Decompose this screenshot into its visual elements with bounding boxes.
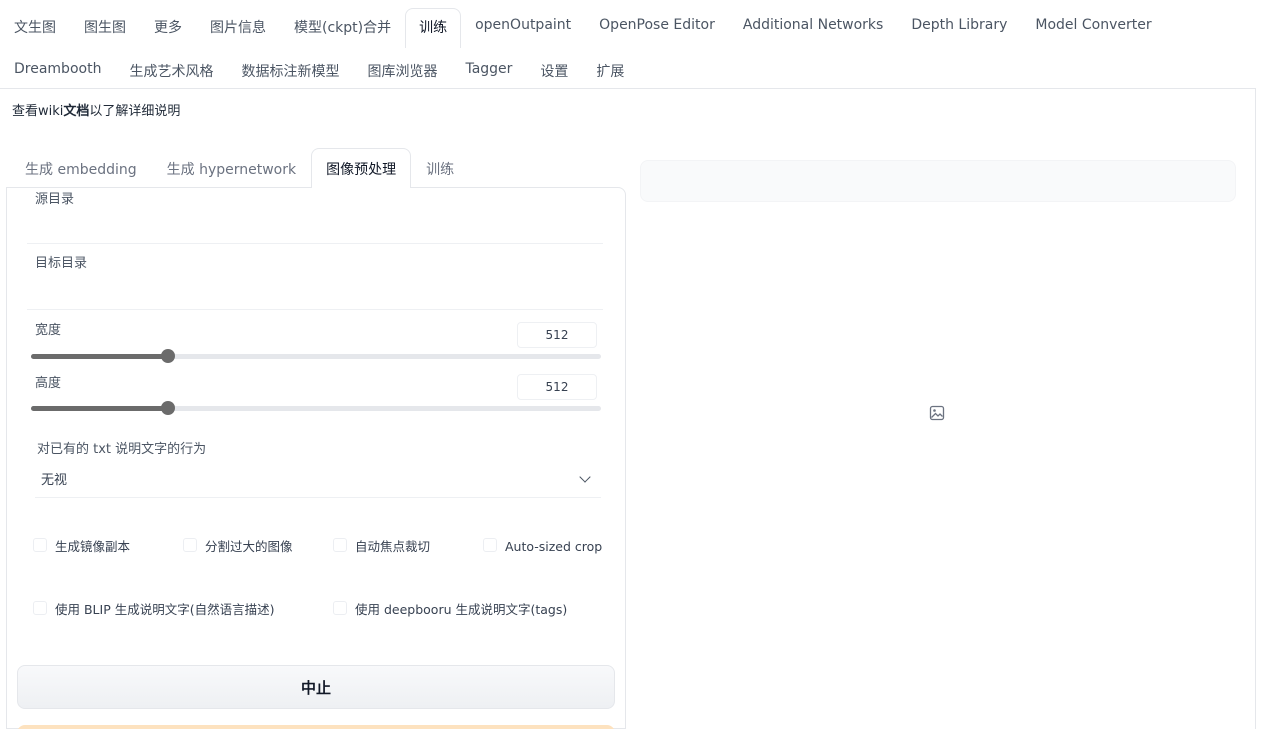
checkbox-deepbooru-box[interactable] (333, 601, 347, 615)
tab-tagger[interactable]: Tagger (451, 52, 526, 92)
content-right-border (1255, 88, 1256, 729)
checkbox-flip[interactable]: 生成镜像副本 (33, 537, 130, 557)
caption-action-value: 无视 (41, 473, 68, 488)
tab-settings[interactable]: 设置 (526, 52, 582, 92)
checkbox-flip-box[interactable] (33, 538, 47, 552)
height-number-input[interactable]: 512 (517, 374, 597, 400)
tab-txt2img[interactable]: 文生图 (0, 8, 70, 48)
checkbox-deepbooru-caption[interactable]: 使用 deepbooru 生成说明文字(tags) (333, 600, 567, 620)
width-label: 宽度 (35, 323, 62, 338)
checkbox-split-label: 分割过大的图像 (205, 539, 293, 554)
checkbox-split[interactable]: 分割过大的图像 (183, 537, 303, 557)
tab-divider (0, 88, 1256, 89)
checkbox-flip-label: 生成镜像副本 (55, 539, 131, 554)
target-dir-input[interactable] (27, 276, 603, 310)
tab-model-converter[interactable]: Model Converter (1021, 8, 1165, 48)
height-slider[interactable] (31, 401, 601, 415)
checkbox-blip-box[interactable] (33, 601, 47, 615)
train-sub-tabs: 生成 embedding 生成 hypernetwork 图像预处理 训练 (10, 148, 469, 188)
tab-img2img[interactable]: 图生图 (70, 8, 140, 48)
width-slider[interactable] (31, 349, 601, 363)
width-slider-fill (31, 354, 168, 359)
stop-button[interactable]: 中止 (17, 665, 615, 709)
checkbox-deepbooru-label: 使用 deepbooru 生成说明文字(tags) (355, 602, 568, 617)
checkbox-focal-crop[interactable]: 自动焦点裁切 (333, 537, 430, 557)
subtab-preprocess-images[interactable]: 图像预处理 (311, 148, 412, 188)
preprocess-button-strip[interactable] (17, 725, 615, 729)
wiki-note-suffix: 以了解详细说明 (89, 104, 181, 119)
wiki-note: 查看wiki文档以了解详细说明 (12, 100, 180, 119)
tab-openpose-editor[interactable]: OpenPose Editor (585, 8, 729, 48)
subtab-train[interactable]: 训练 (411, 148, 469, 188)
checkbox-blip-label: 使用 BLIP 生成说明文字(自然语言描述) (55, 602, 275, 617)
tab-data-tagging[interactable]: 数据标注新模型 (227, 52, 353, 92)
wiki-note-prefix: 查看wiki (12, 104, 64, 119)
source-dir-label: 源目录 (35, 192, 75, 207)
subtab-create-hypernetwork[interactable]: 生成 hypernetwork (152, 148, 311, 188)
wiki-doc-link[interactable]: 文档 (63, 104, 89, 119)
top-tab-bar: 文生图 图生图 更多 图片信息 模型(ckpt)合并 训练 openOutpai… (0, 8, 1280, 92)
tab-additional-networks[interactable]: Additional Networks (729, 8, 897, 48)
tab-extras[interactable]: 更多 (140, 8, 196, 48)
preprocess-panel: 源目录 目标目录 宽度 512 高度 512 对已有的 txt 说明文字的行为 … (6, 187, 626, 729)
tab-depth-library[interactable]: Depth Library (897, 8, 1021, 48)
output-status-bar (640, 160, 1236, 202)
width-number-input[interactable]: 512 (517, 322, 597, 348)
checkbox-focal-label: 自动焦点裁切 (355, 539, 431, 554)
checkbox-split-box[interactable] (183, 538, 197, 552)
image-icon (929, 405, 945, 425)
tab-png-info[interactable]: 图片信息 (196, 8, 280, 48)
checkbox-auto-sized-crop[interactable]: Auto-sized crop (483, 537, 602, 557)
tab-art-style[interactable]: 生成艺术风格 (115, 52, 227, 92)
image-icon-svg (929, 405, 945, 421)
width-slider-thumb[interactable] (160, 349, 175, 363)
target-dir-label: 目标目录 (35, 256, 88, 271)
checkbox-focal-box[interactable] (333, 538, 347, 552)
tab-image-browser[interactable]: 图库浏览器 (353, 52, 451, 92)
checkbox-autosize-box[interactable] (483, 538, 497, 552)
tab-dreambooth[interactable]: Dreambooth (0, 52, 115, 92)
checkbox-autosize-label: Auto-sized crop (505, 539, 603, 554)
tab-openoutpaint[interactable]: openOutpaint (461, 8, 585, 48)
caption-action-label: 对已有的 txt 说明文字的行为 (37, 442, 207, 457)
checkbox-blip-caption[interactable]: 使用 BLIP 生成说明文字(自然语言描述) (33, 600, 274, 620)
height-slider-thumb[interactable] (160, 401, 175, 415)
app-root: 文生图 图生图 更多 图片信息 模型(ckpt)合并 训练 openOutpai… (0, 0, 1280, 729)
tab-checkpoint-merger[interactable]: 模型(ckpt)合并 (280, 8, 405, 48)
subtab-create-embedding[interactable]: 生成 embedding (10, 148, 152, 188)
height-label: 高度 (35, 376, 62, 391)
tab-extensions[interactable]: 扩展 (582, 52, 638, 92)
height-slider-fill (31, 406, 168, 411)
source-dir-input[interactable] (27, 210, 603, 244)
chevron-down-icon (579, 470, 591, 483)
tab-train[interactable]: 训练 (405, 8, 462, 48)
caption-action-dropdown[interactable]: 无视 (35, 460, 601, 498)
